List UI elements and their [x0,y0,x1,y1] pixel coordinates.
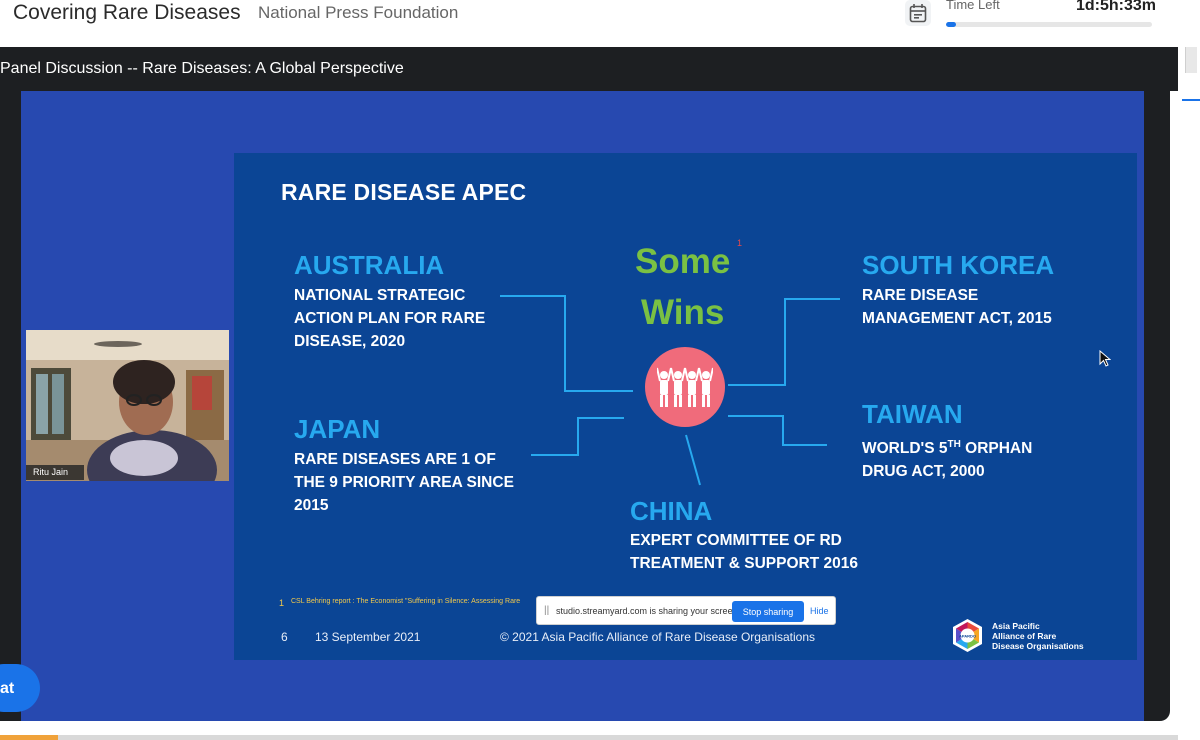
apardo-logo: APARDO [950,618,985,653]
calendar-icon[interactable] [905,0,931,26]
right-panel-edge [1178,47,1200,740]
scrollbar-thumb[interactable] [1185,47,1197,73]
active-tab-indicator [1182,99,1200,101]
app-window: Covering Rare Diseases National Press Fo… [0,0,1200,740]
shared-slide: RARE DISEASE APEC AUSTRALIA NATIONAL STR… [234,153,1137,660]
footnote-marker: 1 [737,238,743,248]
footnote-number: 1 [279,598,285,608]
event-title: Covering Rare Diseases [13,1,241,24]
taiwan-description: WORLD'S 5TH ORPHAN DRUG ACT, 2000 [862,439,1033,481]
speaker-name-tag: Ritu Jain [26,465,84,480]
slide-page-number: 6 [281,630,288,644]
horizontal-scrollbar[interactable] [0,735,1178,740]
speaker-webcam: Ritu Jain [26,330,229,481]
drag-handle-icon[interactable]: || [544,605,549,616]
session-title: Panel Discussion -- Rare Diseases: A Glo… [0,60,404,77]
stop-sharing-button[interactable]: Stop sharing [732,601,804,622]
share-notice-text: studio.streamyard.com is sharing your sc… [556,606,741,616]
wins-label: Wins [641,293,725,332]
country-australia: AUSTRALIA [294,250,445,280]
apardo-logo-text: Asia Pacific Alliance of Rare Disease Or… [992,621,1084,651]
mouse-pointer-icon [1099,350,1111,367]
time-left-progress [946,22,1152,27]
svg-text:APARDO: APARDO [959,634,976,639]
australia-description: NATIONAL STRATEGIC ACTION PLAN FOR RARE … [294,287,486,350]
session-title-bar: Panel Discussion -- Rare Diseases: A Glo… [0,47,1178,91]
organization-name[interactable]: National Press Foundation [258,3,458,23]
time-left-value: 1d:5h:33m [1076,0,1157,14]
people-group-icon [645,347,725,427]
hide-notice-link[interactable]: Hide [810,606,829,616]
webcam-image [26,330,229,481]
south-korea-description: RARE DISEASE MANAGEMENT ACT, 2015 [862,287,1052,327]
chat-button-label[interactable]: at [0,680,14,698]
slide-date: 13 September 2021 [315,630,421,644]
footnote-text: CSL Behring report : The Economist "Suff… [291,598,521,605]
country-china: CHINA [630,496,713,526]
slide-copyright: © 2021 Asia Pacific Alliance of Rare Dis… [500,630,816,644]
country-taiwan: TAIWAN [862,399,963,429]
screen-share-notice: || studio.streamyard.com is sharing your… [536,596,836,625]
time-left-progress-fill [946,22,957,27]
some-label: Some [635,242,731,281]
top-header: Covering Rare Diseases National Press Fo… [0,0,1200,47]
horizontal-scrollbar-thumb[interactable] [0,735,58,740]
country-south-korea: SOUTH KOREA [862,250,1055,280]
country-japan: JAPAN [294,414,381,444]
time-left-label: Time Left [946,0,1000,12]
china-description: EXPERT COMMITTEE OF RD TREATMENT & SUPPO… [630,532,858,572]
japan-description: RARE DISEASES ARE 1 OF THE 9 PRIORITY AR… [294,451,514,514]
